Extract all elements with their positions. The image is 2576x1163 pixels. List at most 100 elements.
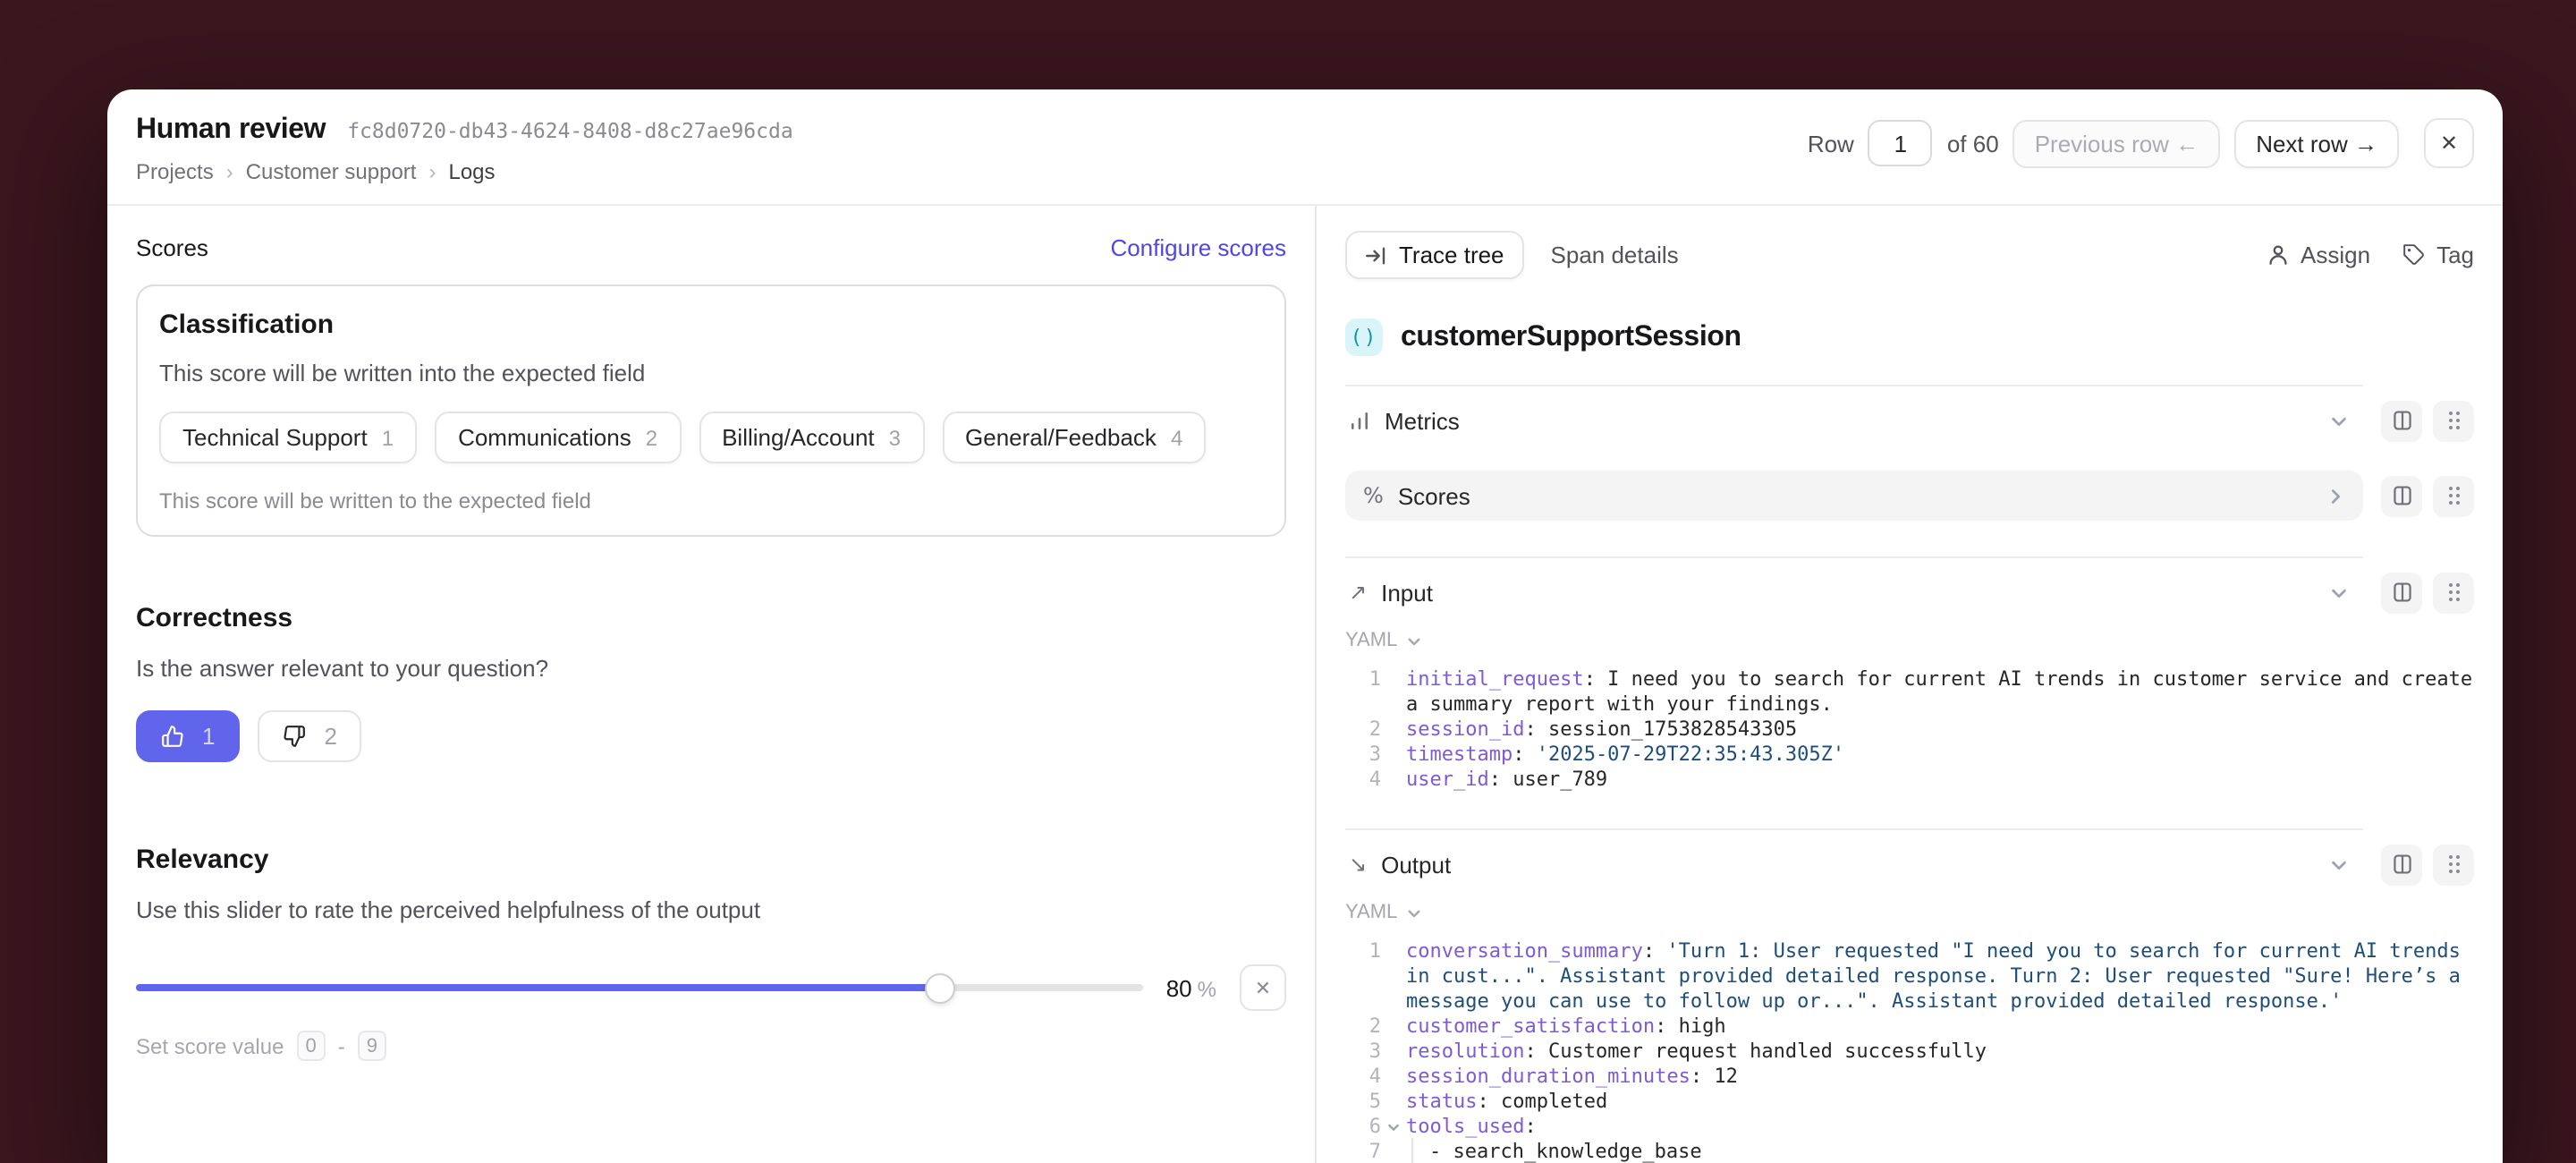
score-hint: Set score value 0 - 9 bbox=[136, 1031, 1286, 1061]
trace-panel: Trace tree Span details Assign bbox=[1315, 206, 2503, 1163]
chevron-down-icon bbox=[1406, 632, 1422, 649]
collapse-icon[interactable] bbox=[1386, 1120, 1401, 1134]
row-number-input[interactable] bbox=[1868, 120, 1933, 166]
drag-handle-icon[interactable] bbox=[2433, 844, 2474, 885]
tab-span-details[interactable]: Span details bbox=[1551, 242, 1679, 268]
breadcrumb-separator-icon: › bbox=[226, 159, 233, 184]
input-section-toggle[interactable]: ↗ Input bbox=[1345, 571, 2363, 614]
classification-option-general-feedback[interactable]: General/Feedback 4 bbox=[942, 412, 1206, 463]
chevron-right-icon bbox=[2326, 486, 2345, 505]
classification-option-billing-account[interactable]: Billing/Account 3 bbox=[699, 412, 924, 463]
classification-option-technical-support[interactable]: Technical Support 1 bbox=[159, 412, 417, 463]
modal-header: Human review fc8d0720-db43-4624-8408-d8c… bbox=[107, 89, 2503, 206]
scores-panel: Scores Configure scores Classification T… bbox=[107, 206, 1315, 1163]
output-section-row: ↘ Output bbox=[1345, 843, 2474, 886]
next-row-button[interactable]: Next row → bbox=[2234, 119, 2399, 167]
relevancy-slider[interactable] bbox=[136, 972, 1143, 1004]
clear-score-button[interactable]: ✕ bbox=[1240, 964, 1286, 1011]
thumbs-up-button[interactable]: 1 bbox=[136, 710, 240, 762]
metrics-label: Metrics bbox=[1385, 407, 1460, 434]
scores-section-toggle[interactable]: % Scores bbox=[1345, 471, 2363, 521]
close-button[interactable]: ✕ bbox=[2424, 118, 2474, 168]
scores-panel-header: Scores Configure scores bbox=[136, 234, 1286, 261]
scores-gutter bbox=[2381, 475, 2474, 516]
input-format-select[interactable]: YAML bbox=[1345, 630, 2474, 651]
yaml-line: 1conversation_summary: 'Turn 1: User req… bbox=[1345, 939, 2474, 1014]
classification-options: Technical Support 1 Communications 2 Bil… bbox=[159, 412, 1263, 463]
header-left: Human review fc8d0720-db43-4624-8408-d8c… bbox=[136, 115, 793, 184]
tag-button[interactable]: Tag bbox=[2402, 242, 2474, 268]
previous-row-button[interactable]: Previous row ← bbox=[2013, 119, 2221, 167]
output-label: Output bbox=[1381, 851, 1451, 878]
classification-option-communications[interactable]: Communications 2 bbox=[435, 412, 681, 463]
scores-label: Scores bbox=[1398, 482, 1470, 509]
clear-score-icon: ✕ bbox=[1255, 976, 1271, 999]
option-label: Technical Support bbox=[182, 424, 368, 451]
breadcrumb-item-project[interactable]: Customer support bbox=[246, 159, 417, 184]
tab-trace-tree[interactable]: Trace tree bbox=[1345, 231, 1524, 279]
assign-button[interactable]: Assign bbox=[2267, 242, 2370, 268]
slider-value: 80% bbox=[1166, 974, 1216, 1001]
metrics-section-toggle[interactable]: Metrics bbox=[1345, 399, 2363, 442]
metrics-gutter bbox=[2381, 400, 2474, 441]
human-review-modal: Human review fc8d0720-db43-4624-8408-d8c… bbox=[107, 89, 2503, 1163]
option-hotkey: 2 bbox=[646, 426, 657, 451]
classification-description: This score will be written into the expe… bbox=[159, 360, 1263, 386]
yaml-line: 5status: completed bbox=[1345, 1090, 2474, 1115]
panel-columns-icon[interactable] bbox=[2381, 844, 2422, 885]
output-gutter bbox=[2381, 844, 2474, 885]
scores-section-row: % Scores bbox=[1345, 454, 2474, 521]
yaml-line: 2customer_satisfaction: high bbox=[1345, 1014, 2474, 1040]
score-hint-text: Set score value bbox=[136, 1033, 284, 1058]
function-span-icon: () bbox=[1345, 318, 1383, 356]
option-hotkey: 3 bbox=[889, 426, 901, 451]
page-title: Human review bbox=[136, 115, 326, 147]
tag-icon bbox=[2402, 243, 2426, 267]
option-hotkey: 1 bbox=[382, 426, 394, 451]
thumbs-down-button[interactable]: 2 bbox=[258, 710, 361, 762]
breadcrumb-item-projects[interactable]: Projects bbox=[136, 159, 214, 184]
panel-columns-icon[interactable] bbox=[2381, 400, 2422, 441]
output-yaml-block: 1conversation_summary: 'Turn 1: User req… bbox=[1345, 939, 2474, 1163]
chevron-down-icon bbox=[2329, 582, 2349, 602]
drag-handle-icon[interactable] bbox=[2433, 475, 2474, 516]
breadcrumb-separator-icon: › bbox=[428, 159, 436, 184]
configure-scores-link[interactable]: Configure scores bbox=[1110, 234, 1286, 261]
output-format-label: YAML bbox=[1345, 902, 1397, 923]
row-total: of 60 bbox=[1947, 130, 1999, 157]
yaml-line: 6tools_used: bbox=[1345, 1115, 2474, 1140]
correctness-question: Is the answer relevant to your question? bbox=[136, 655, 1286, 682]
toolbar-actions: Assign Tag bbox=[2267, 242, 2474, 268]
record-id: fc8d0720-db43-4624-8408-d8c27ae96cda bbox=[347, 118, 793, 143]
percent-icon: % bbox=[1363, 483, 1384, 508]
correctness-title: Correctness bbox=[136, 603, 1286, 633]
chevron-down-icon bbox=[2329, 411, 2349, 430]
thumbs-up-icon bbox=[161, 725, 184, 748]
output-format-select[interactable]: YAML bbox=[1345, 902, 2474, 923]
output-arrow-icon: ↘ bbox=[1349, 852, 1367, 877]
modal-body: Scores Configure scores Classification T… bbox=[107, 206, 2503, 1163]
breadcrumb-item-logs[interactable]: Logs bbox=[448, 159, 495, 184]
correctness-section: Correctness Is the answer relevant to yo… bbox=[136, 603, 1286, 762]
slider-value-number: 80 bbox=[1166, 974, 1192, 1001]
section-divider bbox=[1345, 828, 2363, 830]
drag-handle-icon[interactable] bbox=[2433, 400, 2474, 441]
output-section-toggle[interactable]: ↘ Output bbox=[1345, 843, 2363, 886]
panel-columns-icon[interactable] bbox=[2381, 572, 2422, 613]
chevron-down-icon bbox=[1406, 904, 1422, 921]
slider-thumb[interactable] bbox=[926, 973, 956, 1004]
title-row: Human review fc8d0720-db43-4624-8408-d8c… bbox=[136, 115, 793, 147]
close-icon: ✕ bbox=[2440, 131, 2458, 156]
input-yaml-block: 1initial_request: I need you to search f… bbox=[1345, 667, 2474, 793]
user-icon bbox=[2267, 243, 2290, 267]
row-label: Row bbox=[1808, 130, 1854, 157]
yaml-line: 7- search_knowledge_base bbox=[1345, 1140, 2474, 1163]
drag-handle-icon[interactable] bbox=[2433, 572, 2474, 613]
panel-columns-icon[interactable] bbox=[2381, 475, 2422, 516]
relevancy-section: Relevancy Use this slider to rate the pe… bbox=[136, 845, 1286, 1061]
option-label: Communications bbox=[458, 424, 631, 451]
assign-label: Assign bbox=[2301, 242, 2370, 268]
thumbs-down-hotkey: 2 bbox=[324, 723, 336, 750]
span-title-row: () customerSupportSession bbox=[1345, 318, 2474, 356]
input-label: Input bbox=[1381, 579, 1433, 606]
